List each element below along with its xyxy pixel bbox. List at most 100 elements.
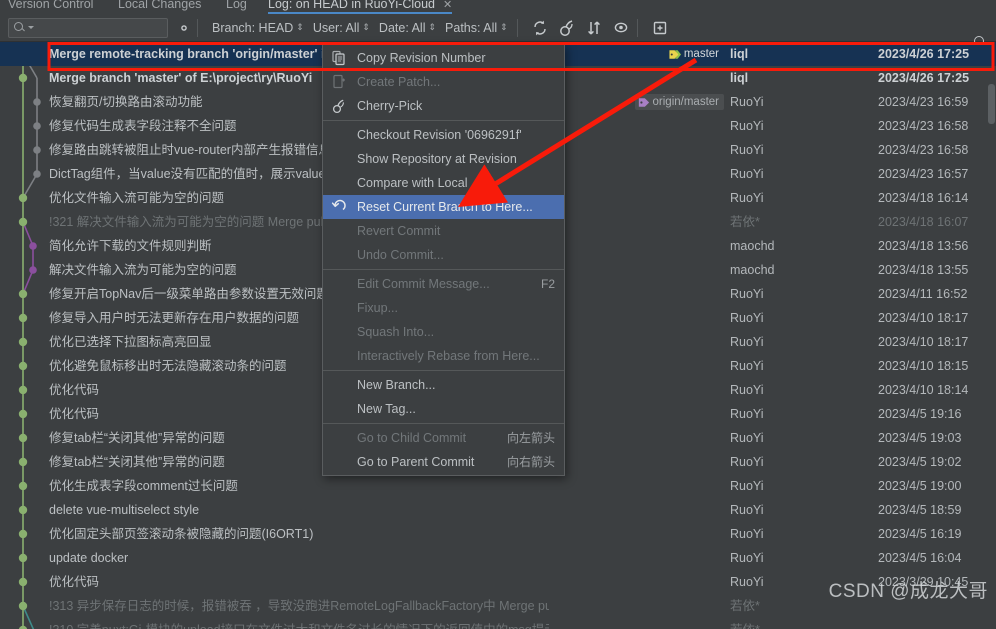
- commit-subject: 优化代码: [49, 383, 100, 397]
- updown-icon: ⇕: [362, 22, 370, 32]
- commit-date: 2023/4/10 18:17: [878, 335, 969, 349]
- table-row[interactable]: update docker RuoYi 2023/4/5 16:04: [0, 546, 996, 570]
- menu-item-label: Cherry-Pick: [357, 99, 423, 113]
- menu-item-new-branch[interactable]: New Branch...: [323, 373, 564, 397]
- menu-item-reset-current-branch-to-here[interactable]: Reset Current Branch to Here...: [323, 195, 564, 219]
- menu-item-label: Revert Commit: [357, 224, 441, 238]
- search-input[interactable]: [8, 17, 168, 38]
- commit-author: 若依*: [730, 599, 760, 613]
- filter-paths[interactable]: Paths: All ⇕: [445, 21, 508, 35]
- commit-author: RuoYi: [730, 503, 764, 517]
- commit-date: 2023/4/5 19:16: [878, 407, 962, 421]
- local-branch-label[interactable]: master: [666, 46, 724, 62]
- filter-branch[interactable]: Branch: HEAD ⇕: [212, 21, 304, 35]
- commit-date: 2023/4/5 16:04: [878, 551, 962, 565]
- commit-subject: 修复路由跳转被阻止时vue-router内部产生报错信息: [49, 143, 331, 157]
- menu-item-label: Compare with Local: [357, 176, 468, 190]
- commit-context-menu[interactable]: Copy Revision Number Create Patch... Cherr…: [322, 44, 565, 476]
- menu-item-copy-revision-number[interactable]: Copy Revision Number: [323, 46, 564, 70]
- commit-date: 2023/4/23 16:58: [878, 119, 969, 133]
- tab-version-control[interactable]: Version Control: [8, 0, 93, 14]
- tab-label: Local Changes: [118, 0, 202, 11]
- menu-item-label: Squash Into...: [357, 325, 435, 339]
- vertical-scrollbar[interactable]: [987, 84, 996, 629]
- table-row[interactable]: !310 完善nuxt;Gi-模块的upload接口在文件过大和文件名过长的情况…: [0, 618, 996, 629]
- commit-author: RuoYi: [730, 551, 764, 565]
- commit-author: RuoYi: [730, 455, 764, 469]
- commit-author: liql: [730, 71, 749, 85]
- table-row[interactable]: 优化生成表字段comment过长问题 RuoYi 2023/4/5 19:00: [0, 474, 996, 498]
- menu-item-shortcut: 向左箭头: [506, 431, 555, 445]
- commit-subject: 修复代码生成表字段注释不全问题: [49, 119, 237, 133]
- close-icon[interactable]: ✕: [443, 0, 452, 11]
- tab-log[interactable]: Log: [226, 0, 247, 14]
- commit-date: 2023/4/23 16:59: [878, 95, 969, 109]
- refresh-icon[interactable]: [530, 18, 550, 38]
- commit-date: 2023/4/23 16:57: [878, 167, 969, 181]
- tab-log-on-head-in-ruoyi-cloud[interactable]: Log: on HEAD in RuoYi-Cloud ✕: [268, 0, 453, 14]
- commit-date: 2023/4/26 17:25: [878, 71, 970, 85]
- table-row[interactable]: delete vue-multiselect style RuoYi 2023/4/…: [0, 498, 996, 522]
- tab-strip: Version Control Local Changes Log Log: on H…: [0, 0, 996, 14]
- toolbar-separator: [516, 18, 518, 37]
- filter-paths-label: Paths: All: [445, 20, 498, 35]
- commit-subject: update docker: [49, 551, 129, 565]
- tab-label: Log: [226, 0, 247, 11]
- commit-subject: Merge branch 'master' of E:\project\ry\R…: [49, 71, 313, 85]
- chevron-down-icon[interactable]: [28, 26, 34, 29]
- branch-label-text: origin/master: [652, 96, 719, 108]
- commit-date: 2023/4/18 13:55: [878, 263, 969, 277]
- menu-item-shortcut: 向右箭头: [506, 455, 555, 469]
- tab-label: Log: on HEAD in RuoYi-Cloud: [268, 0, 435, 11]
- patch-icon: [331, 74, 347, 90]
- menu-item-label: New Tag...: [357, 402, 416, 416]
- csdn-watermark: CSDN @成龙大哥: [828, 581, 988, 602]
- menu-item-label: Create Patch...: [357, 75, 441, 89]
- commit-subject: 修复tab栏“关闭其他”异常的问题: [49, 455, 225, 469]
- menu-item-checkout-revision-0696291f[interactable]: Checkout Revision '0696291f': [323, 123, 564, 147]
- remote-branch-label[interactable]: origin/master: [634, 94, 724, 110]
- commit-subject: !321 解决文件输入流为可能为空的问题 Merge pul: [49, 215, 324, 229]
- menu-item-revert-commit: Revert Commit: [323, 219, 564, 243]
- menu-item-label: Interactively Rebase from Here...: [357, 349, 540, 363]
- table-row[interactable]: 优化固定头部页签滚动条被隐藏的问题(I6ORT1) RuoYi 2023/4/5 1…: [0, 522, 996, 546]
- tab-local-changes[interactable]: Local Changes: [118, 0, 201, 14]
- filter-user[interactable]: User: All ⇕: [313, 21, 370, 35]
- show-details-icon[interactable]: [611, 18, 631, 38]
- menu-item-compare-with-local[interactable]: Compare with Local: [323, 171, 564, 195]
- scrollbar-thumb[interactable]: [988, 84, 995, 124]
- filter-date[interactable]: Date: All ⇕: [379, 21, 436, 35]
- menu-item-show-repository-at-revision[interactable]: Show Repository at Revision: [323, 147, 564, 171]
- log-toolbar: Branch: HEAD ⇕ User: All ⇕ Date: All ⇕ P…: [0, 14, 996, 46]
- menu-separator: [323, 370, 564, 371]
- collapse-expand-icon[interactable]: [584, 18, 604, 38]
- menu-item-go-to-parent-commit[interactable]: Go to Parent Commit 向右箭头: [323, 450, 564, 474]
- commit-author: RuoYi: [730, 359, 764, 373]
- menu-item-label: New Branch...: [357, 378, 436, 392]
- gear-icon[interactable]: [176, 20, 192, 36]
- commit-author: RuoYi: [730, 119, 764, 133]
- menu-item-interactively-rebase-from-here: Interactively Rebase from Here...: [323, 344, 564, 368]
- open-new-tab-icon[interactable]: [650, 18, 670, 38]
- menu-item-label: Go to Child Commit: [357, 431, 467, 445]
- cherry-pick-icon[interactable]: [557, 18, 577, 38]
- commit-date: 2023/4/18 13:56: [878, 239, 969, 253]
- menu-item-label: Fixup...: [357, 301, 398, 315]
- copy-icon: [331, 50, 347, 66]
- updown-icon: ⇕: [296, 22, 304, 32]
- updown-icon: ⇕: [500, 22, 508, 32]
- commit-date: 2023/4/5 16:19: [878, 527, 962, 541]
- commit-author: RuoYi: [730, 191, 764, 205]
- filter-user-label: User: All: [312, 20, 360, 35]
- branch-tag-icon: [669, 49, 681, 59]
- commit-subject: DictTag组件，当value没有匹配的值时，展示value: [49, 167, 326, 181]
- commit-author: maochd: [730, 239, 775, 253]
- filter-branch-label: Branch: HEAD: [212, 20, 294, 35]
- commit-author: RuoYi: [730, 527, 764, 541]
- commit-author: RuoYi: [730, 383, 764, 397]
- menu-item-cherry-pick[interactable]: Cherry-Pick: [323, 94, 564, 118]
- menu-item-label: Copy Revision Number: [357, 51, 486, 65]
- commit-date: 2023/4/5 19:02: [878, 455, 962, 469]
- commit-date: 2023/4/5 18:59: [878, 503, 962, 517]
- menu-item-new-tag[interactable]: New Tag...: [323, 397, 564, 421]
